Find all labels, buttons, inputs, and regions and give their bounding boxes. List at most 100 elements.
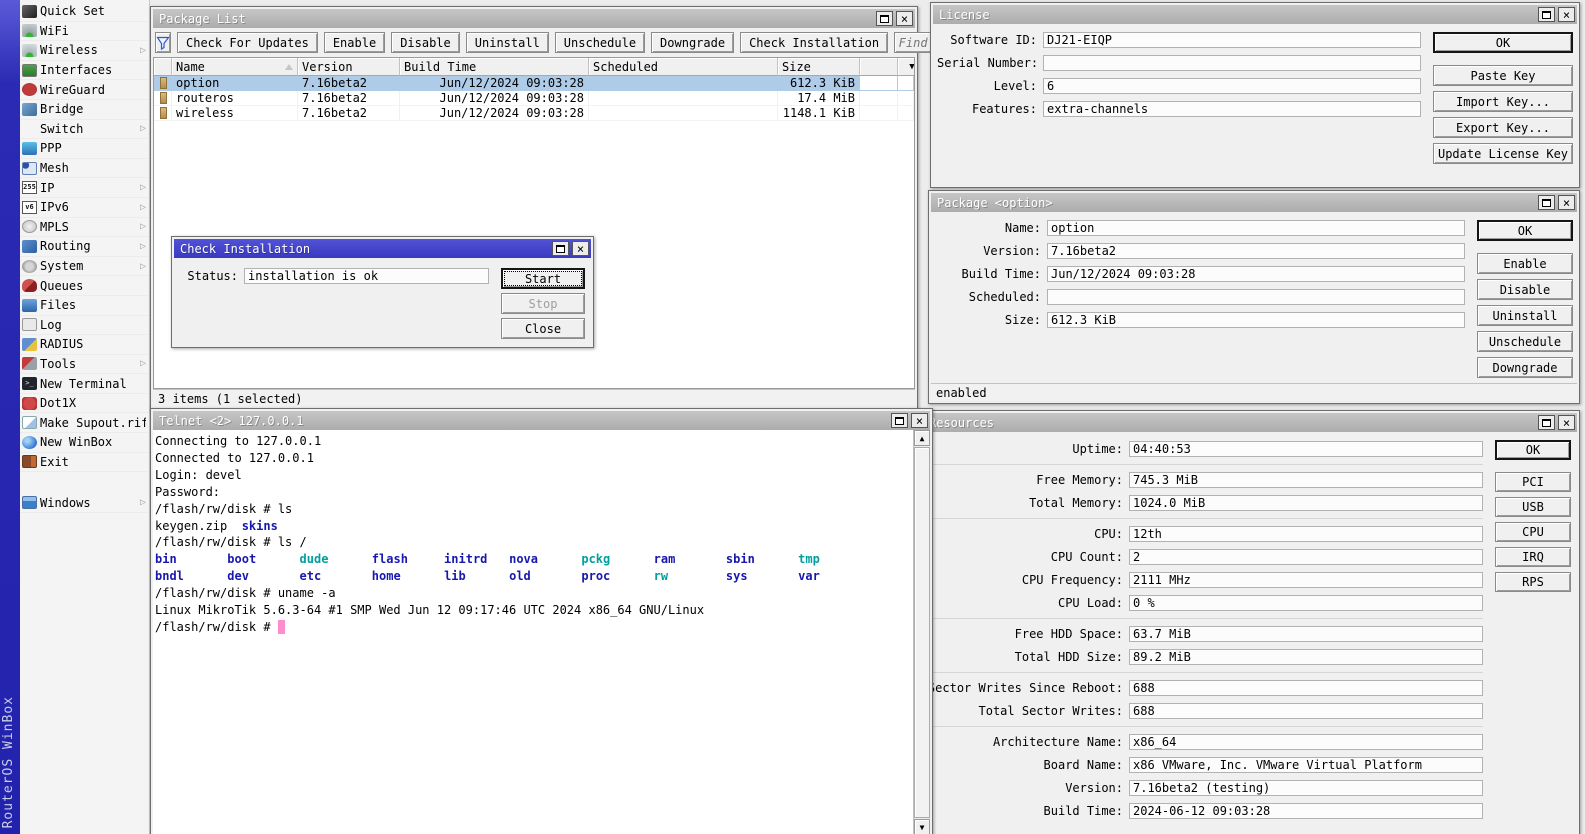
sidebar-item-log[interactable]: Log — [20, 316, 149, 336]
scroll-up-icon[interactable]: ▲ — [914, 430, 930, 446]
column-header-size[interactable]: Size — [778, 58, 860, 76]
build-time-field[interactable]: 2024-06-12 09:03:28 — [1129, 803, 1483, 819]
level-field[interactable]: 6 — [1043, 78, 1421, 94]
cpu-count-field[interactable]: 2 — [1129, 549, 1483, 565]
check-for-updates-button[interactable]: Check For Updates — [177, 32, 318, 53]
table-row-routeros[interactable]: routeros7.16beta2Jun/12/2024 09:03:2817.… — [154, 91, 914, 106]
maximize-icon[interactable] — [1538, 7, 1555, 22]
scheduled-field[interactable] — [1047, 289, 1465, 305]
enable-button[interactable]: Enable — [324, 32, 385, 53]
column-header-version[interactable]: Version — [298, 58, 400, 76]
total-sector-writes-field[interactable]: 688 — [1129, 703, 1483, 719]
maximize-icon[interactable] — [552, 241, 569, 256]
uninstall-button[interactable]: Uninstall — [466, 32, 549, 53]
sidebar-item-routing[interactable]: Routing▷ — [20, 237, 149, 257]
close-icon[interactable]: × — [896, 11, 913, 26]
sidebar-item-interfaces[interactable]: Interfaces — [20, 61, 149, 81]
cpu-frequency-field[interactable]: 2111 MHz — [1129, 572, 1483, 588]
sector-writes-since-reboot-field[interactable]: 688 — [1129, 680, 1483, 696]
close-icon[interactable]: × — [572, 241, 589, 256]
features-field[interactable]: extra-channels — [1043, 101, 1421, 117]
sidebar-item-ppp[interactable]: PPP — [20, 139, 149, 159]
close-button[interactable]: Close — [501, 318, 585, 339]
usb-button[interactable]: USB — [1495, 497, 1571, 517]
column-header-scheduled[interactable]: Scheduled — [589, 58, 778, 76]
maximize-icon[interactable] — [876, 11, 893, 26]
cpu-field[interactable]: 12th — [1129, 526, 1483, 542]
disable-button[interactable]: Disable — [391, 32, 460, 53]
uptime-field[interactable]: 04:40:53 — [1129, 441, 1483, 457]
irq-button[interactable]: IRQ — [1495, 547, 1571, 567]
downgrade-button[interactable]: Downgrade — [651, 32, 734, 53]
total-memory-field[interactable]: 1024.0 MiB — [1129, 495, 1483, 511]
close-icon[interactable]: × — [1558, 415, 1575, 430]
rps-button[interactable]: RPS — [1495, 572, 1571, 592]
start-button[interactable]: Start — [501, 268, 585, 289]
sidebar-item-new-terminal[interactable]: >_New Terminal — [20, 374, 149, 394]
sidebar-item-windows[interactable]: Windows▷ — [20, 493, 149, 513]
maximize-icon[interactable] — [1538, 415, 1555, 430]
total-hdd-size-field[interactable]: 89.2 MiB — [1129, 649, 1483, 665]
find-button[interactable]: Find — [894, 32, 932, 53]
telnet-titlebar[interactable]: Telnet <2> 127.0.0.1 × — [153, 411, 930, 430]
check-installation-button[interactable]: Check Installation — [740, 32, 888, 53]
disable-button[interactable]: Disable — [1477, 279, 1573, 300]
sidebar-item-queues[interactable]: Queues — [20, 276, 149, 296]
terminal-scrollbar[interactable]: ▲ ▼ — [913, 430, 930, 834]
sidebar-item-quick-set[interactable]: Quick Set — [20, 2, 149, 22]
ok-button[interactable]: OK — [1495, 440, 1571, 460]
column-header-build-time[interactable]: Build Time — [400, 58, 589, 76]
package-list-titlebar[interactable]: Package List × — [153, 9, 915, 28]
size-field[interactable]: 612.3 KiB — [1047, 312, 1465, 328]
sidebar-item-wireless[interactable]: Wireless▷ — [20, 41, 149, 61]
unschedule-button[interactable]: Unschedule — [555, 32, 645, 53]
sidebar-item-dot1x[interactable]: Dot1X — [20, 394, 149, 414]
close-icon[interactable]: × — [1558, 195, 1575, 210]
update-license-key-button[interactable]: Update License Key — [1433, 143, 1573, 164]
sidebar-item-files[interactable]: Files — [20, 296, 149, 316]
package-option-titlebar[interactable]: Package <option> × — [931, 193, 1577, 212]
scrollbar-thumb[interactable] — [914, 447, 930, 818]
sidebar-item-exit[interactable]: Exit — [20, 453, 149, 473]
version-field[interactable]: 7.16beta2 (testing) — [1129, 780, 1483, 796]
cpu-button[interactable]: CPU — [1495, 522, 1571, 542]
build-time-field[interactable]: Jun/12/2024 09:03:28 — [1047, 266, 1465, 282]
free-hdd-space-field[interactable]: 63.7 MiB — [1129, 626, 1483, 642]
enable-button[interactable]: Enable — [1477, 253, 1573, 274]
sidebar-item-ipv6[interactable]: v6IPv6▷ — [20, 198, 149, 218]
scroll-down-icon[interactable]: ▼ — [914, 819, 930, 834]
pci-button[interactable]: PCI — [1495, 472, 1571, 492]
sidebar-item-system[interactable]: System▷ — [20, 257, 149, 277]
sidebar-item-make-supout-rif[interactable]: Make Supout.rif — [20, 413, 149, 433]
cpu-load-field[interactable]: 0 % — [1129, 595, 1483, 611]
column-header-name[interactable]: Name — [172, 58, 298, 76]
name-field[interactable]: option — [1047, 220, 1465, 236]
check-installation-titlebar[interactable]: Check Installation × — [174, 239, 591, 258]
paste-key-button[interactable]: Paste Key — [1433, 65, 1573, 86]
sidebar-item-new-winbox[interactable]: New WinBox — [20, 433, 149, 453]
version-field[interactable]: 7.16beta2 — [1047, 243, 1465, 259]
free-memory-field[interactable]: 745.3 MiB — [1129, 472, 1483, 488]
sidebar-item-radius[interactable]: RADIUS — [20, 335, 149, 355]
terminal-area[interactable]: Connecting to 127.0.0.1Connected to 127.… — [153, 430, 913, 834]
maximize-icon[interactable] — [1538, 195, 1555, 210]
uninstall-button[interactable]: Uninstall — [1477, 305, 1573, 326]
ok-button[interactable]: OK — [1477, 220, 1573, 241]
sidebar-item-switch[interactable]: Switch▷ — [20, 120, 149, 140]
close-icon[interactable]: × — [1558, 7, 1575, 22]
maximize-icon[interactable] — [891, 413, 908, 428]
status-field[interactable]: installation is ok — [244, 268, 489, 284]
architecture-name-field[interactable]: x86_64 — [1129, 734, 1483, 750]
unschedule-button[interactable]: Unschedule — [1477, 331, 1573, 352]
downgrade-button[interactable]: Downgrade — [1477, 357, 1573, 378]
license-titlebar[interactable]: License × — [933, 5, 1577, 24]
export-key-button[interactable]: Export Key... — [1433, 117, 1573, 138]
sidebar-item-mesh[interactable]: Mesh — [20, 159, 149, 179]
sidebar-item-ip[interactable]: 255IP▷ — [20, 178, 149, 198]
sidebar-item-wifi[interactable]: WiFi — [20, 22, 149, 42]
ok-button[interactable]: OK — [1433, 32, 1573, 53]
sidebar-item-tools[interactable]: Tools▷ — [20, 355, 149, 375]
table-row-option[interactable]: option7.16beta2Jun/12/2024 09:03:28612.3… — [154, 76, 914, 91]
sidebar-item-bridge[interactable]: Bridge — [20, 100, 149, 120]
sidebar-item-wireguard[interactable]: WireGuard — [20, 80, 149, 100]
